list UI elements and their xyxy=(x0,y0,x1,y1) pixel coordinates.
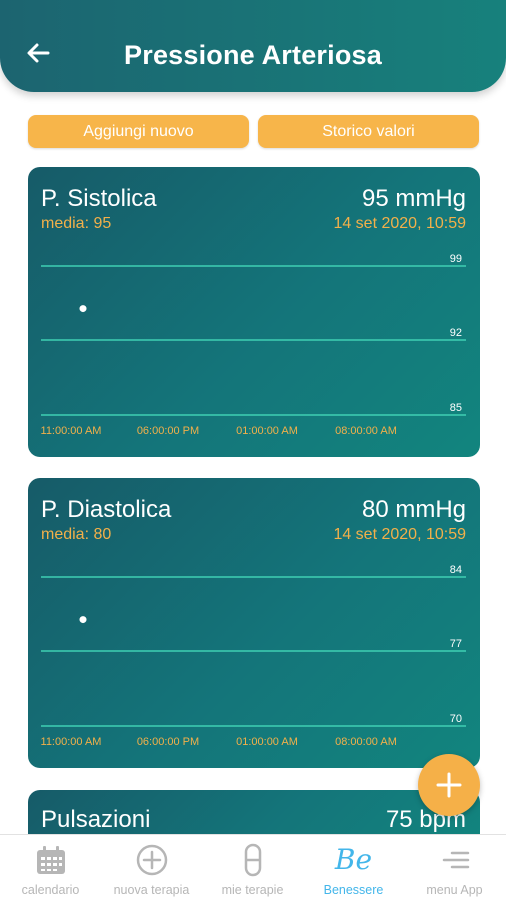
card-title: P. Diastolica xyxy=(41,496,172,523)
tab-label: calendario xyxy=(21,883,80,897)
systolic-chart: 99 92 85 11:00:00 AM 06:00:00 PM 01:00:00 AM 0… xyxy=(41,253,466,437)
x-tick-label: 06:00:00 PM xyxy=(137,736,199,748)
y-tick-label: 70 xyxy=(450,713,462,725)
x-tick-label: 11:00:00 AM xyxy=(41,425,102,437)
tab-nuova-terapia[interactable]: nuova terapia xyxy=(101,835,202,901)
card-average: media: 95 xyxy=(41,215,112,232)
bottom-tab-bar: calendario nuova terapia mie terapie Be … xyxy=(0,834,506,901)
diastolic-card[interactable]: P. Diastolica 80 mmHg media: 80 14 set 2… xyxy=(28,478,480,768)
x-tick-label: 06:00:00 PM xyxy=(137,425,199,437)
x-tick-label: 11:00:00 AM xyxy=(41,736,102,748)
data-point xyxy=(79,305,87,313)
plus-icon xyxy=(436,772,462,798)
x-tick-label: 08:00:00 AM xyxy=(335,425,397,437)
tab-mie-terapie[interactable]: mie terapie xyxy=(202,835,303,901)
card-value: 80 mmHg xyxy=(361,496,466,523)
app-header: Pressione Arteriosa xyxy=(0,0,506,92)
card-average: media: 80 xyxy=(41,526,112,543)
page-title: Pressione Arteriosa xyxy=(124,40,382,70)
tab-label: mie terapie xyxy=(221,883,284,897)
systolic-card[interactable]: P. Sistolica 95 mmHg media: 95 14 set 20… xyxy=(28,167,480,457)
tab-benessere[interactable]: Be Benessere xyxy=(303,835,404,901)
card-title: P. Sistolica xyxy=(41,185,157,212)
add-fab-button[interactable] xyxy=(418,754,480,816)
y-tick-label: 92 xyxy=(450,327,462,339)
calendar-icon xyxy=(36,846,65,874)
card-title: Pulsazioni xyxy=(41,806,151,833)
card-date: 14 set 2020, 10:59 xyxy=(333,215,466,232)
card-value: 95 mmHg xyxy=(361,185,466,212)
tab-label: menu App xyxy=(426,883,483,897)
y-tick-label: 99 xyxy=(450,253,462,265)
add-new-button[interactable]: Aggiungi nuovo xyxy=(28,115,249,148)
be-logo-icon: Be xyxy=(334,843,373,876)
y-tick-label: 77 xyxy=(450,638,462,650)
tab-label: Benessere xyxy=(323,883,384,897)
plus-circle-icon xyxy=(136,844,167,876)
y-tick-label: 85 xyxy=(450,402,462,414)
x-tick-label: 08:00:00 AM xyxy=(335,736,397,748)
card-date: 14 set 2020, 10:59 xyxy=(333,526,466,543)
x-tick-label: 01:00:00 AM xyxy=(236,736,298,748)
y-tick-label: 84 xyxy=(450,564,462,576)
tab-menu-app[interactable]: menu App xyxy=(404,835,505,901)
history-button[interactable]: Storico valori xyxy=(258,115,479,148)
x-tick-label: 01:00:00 AM xyxy=(236,425,298,437)
tab-label: nuova terapia xyxy=(113,883,190,897)
pill-icon xyxy=(244,843,261,877)
menu-icon xyxy=(442,851,469,869)
data-point xyxy=(79,616,87,624)
diastolic-chart: 84 77 70 11:00:00 AM 06:00:00 PM 01:00:00 AM 0… xyxy=(41,564,466,748)
tab-calendario[interactable]: calendario xyxy=(0,835,101,901)
